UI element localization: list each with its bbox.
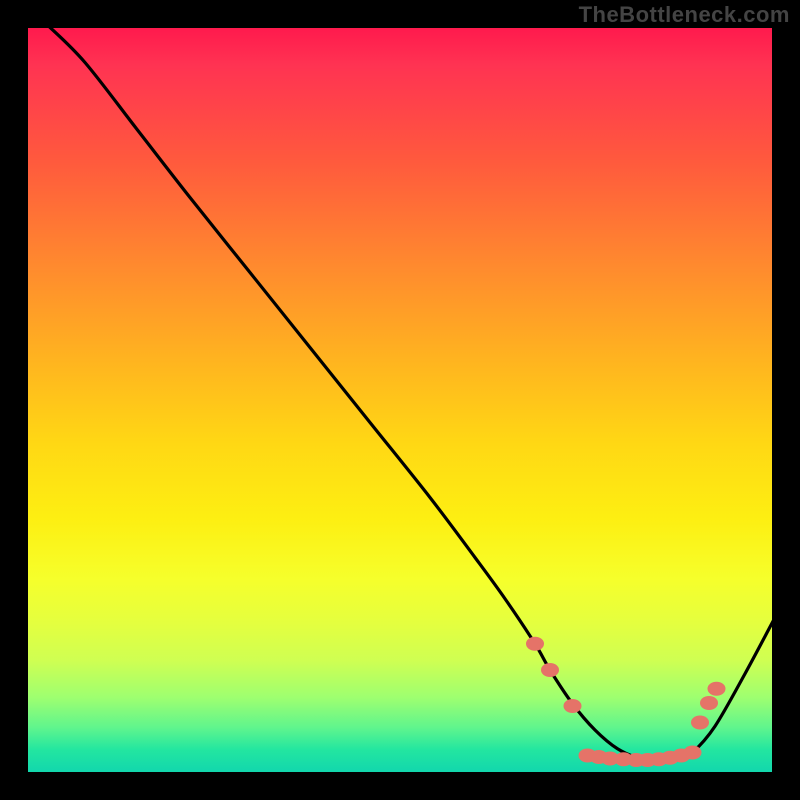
curve-marker <box>708 682 726 696</box>
curve-marker <box>684 746 702 760</box>
curve-marker <box>564 699 582 713</box>
curve-marker <box>526 637 544 651</box>
curve-marker <box>691 716 709 730</box>
curve-marker <box>541 663 559 677</box>
bottleneck-curve <box>48 25 776 762</box>
highlight-markers <box>526 637 726 767</box>
curve-marker <box>700 696 718 710</box>
chart-svg <box>25 25 775 775</box>
